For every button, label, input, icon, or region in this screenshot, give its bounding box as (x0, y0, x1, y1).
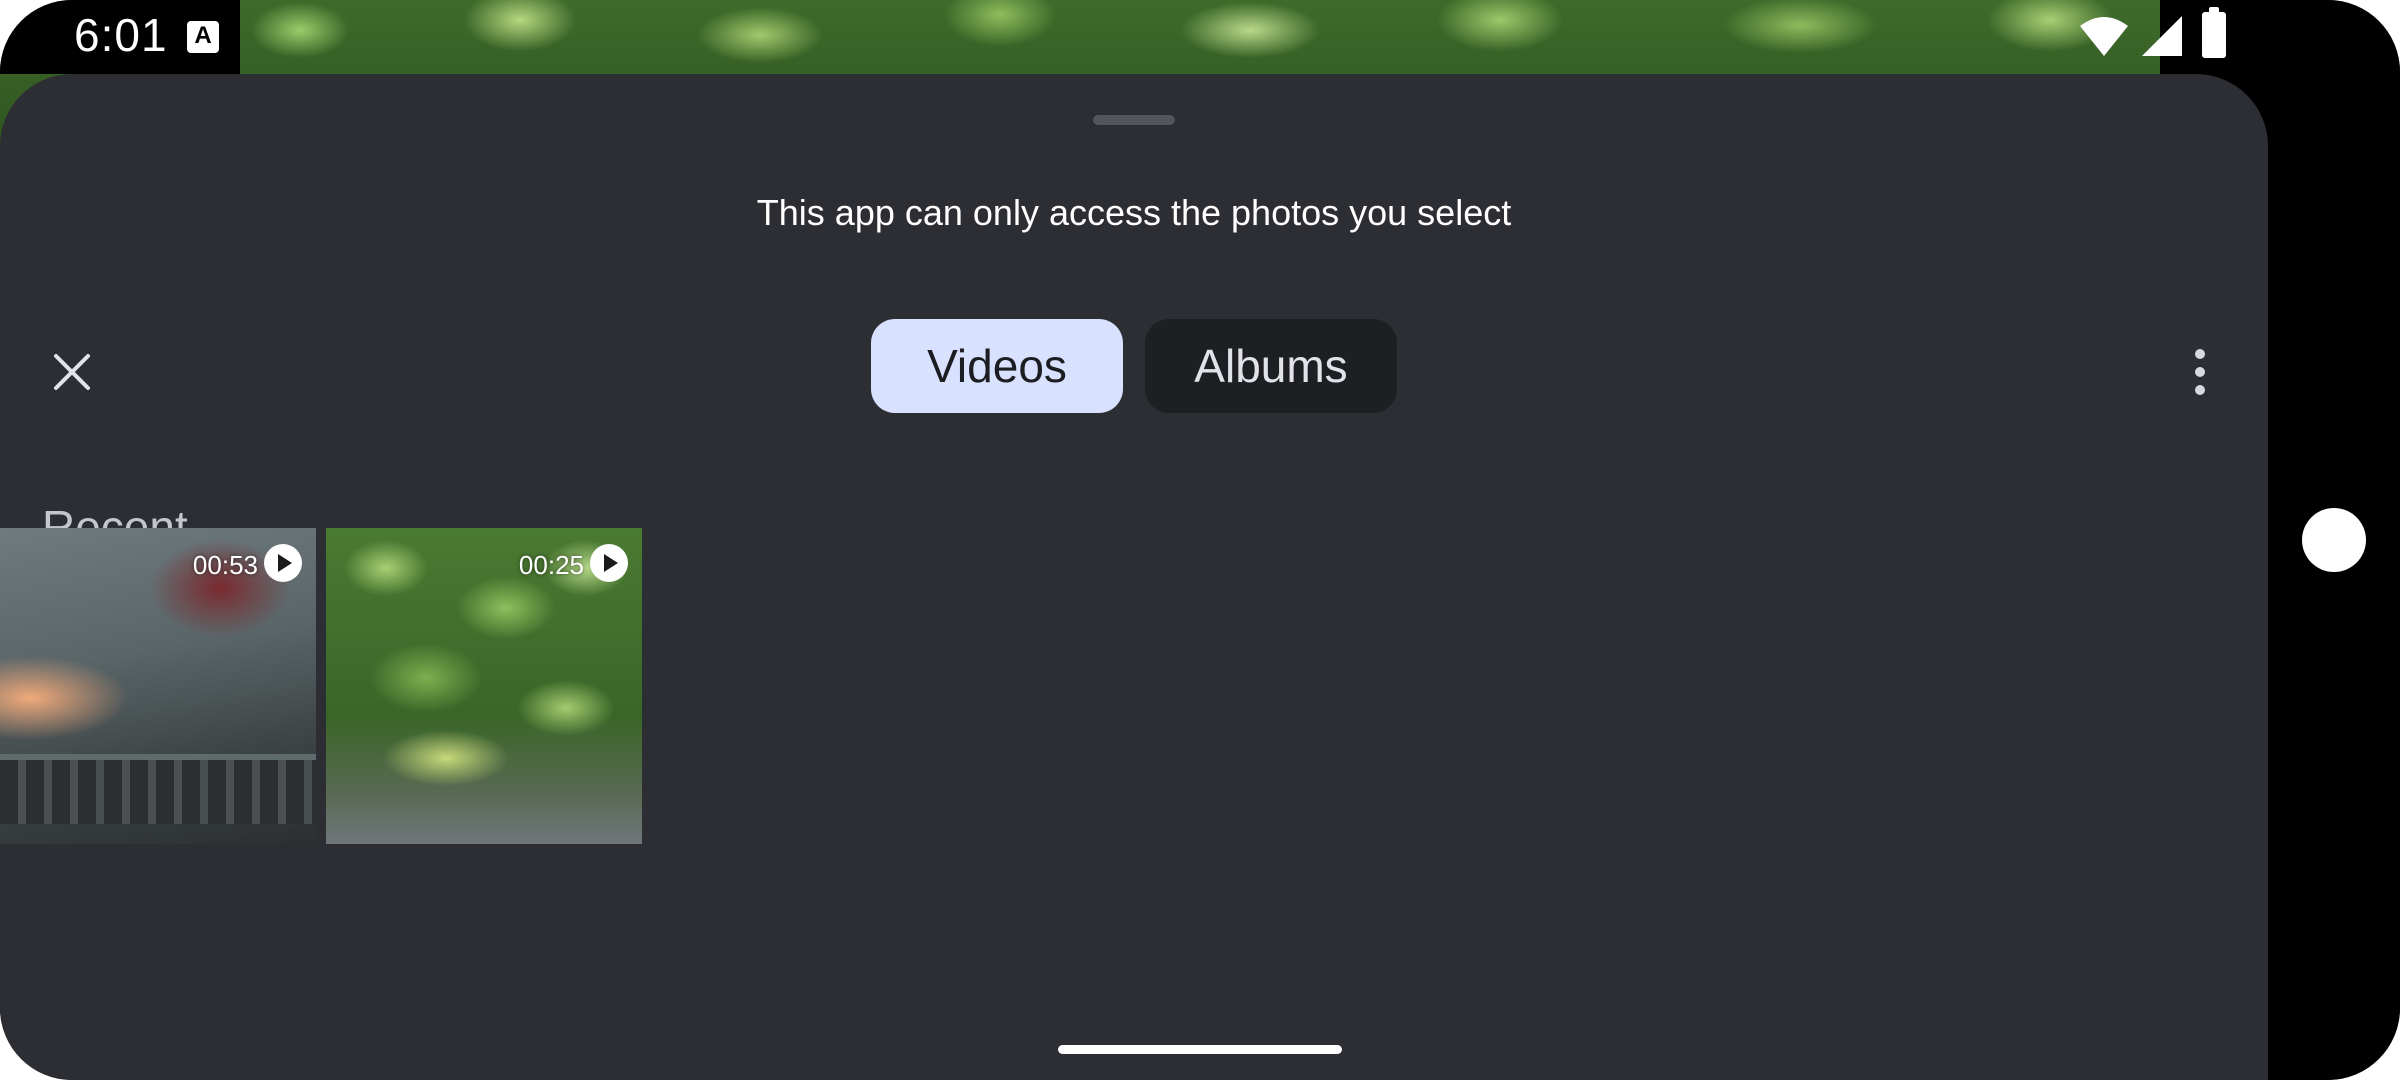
more-options-button[interactable] (2180, 340, 2220, 404)
play-icon (264, 544, 302, 582)
side-button-indicator[interactable] (2302, 508, 2366, 572)
close-button[interactable] (44, 344, 100, 400)
tab-albums[interactable]: Albums (1145, 319, 1397, 413)
more-vert-icon (2195, 349, 2205, 359)
wifi-icon (2080, 17, 2128, 56)
drag-handle[interactable] (1093, 115, 1175, 125)
battery-icon (2202, 7, 2226, 58)
status-bar: 6:01 A (0, 0, 2400, 74)
clock: 6:01 (74, 9, 168, 61)
device-screen: 6:01 A This app can only access the phot… (0, 0, 2400, 1080)
thumbnail-image (0, 754, 316, 824)
tab-videos[interactable]: Videos (871, 319, 1123, 413)
home-indicator[interactable] (1058, 1045, 1342, 1054)
sheet-title: This app can only access the photos you … (756, 192, 1512, 233)
play-icon (590, 544, 628, 582)
tab-bar: Videos Albums (871, 319, 1397, 413)
signal-icon (2142, 16, 2182, 56)
video-duration: 00:25 (518, 550, 584, 580)
video-thumbnail[interactable]: 00:25 (326, 528, 642, 844)
video-duration: 00:53 (192, 550, 258, 580)
close-icon (54, 354, 90, 390)
accessibility-a-icon: A (187, 21, 219, 53)
video-thumbnail[interactable]: 00:53 (0, 528, 316, 844)
